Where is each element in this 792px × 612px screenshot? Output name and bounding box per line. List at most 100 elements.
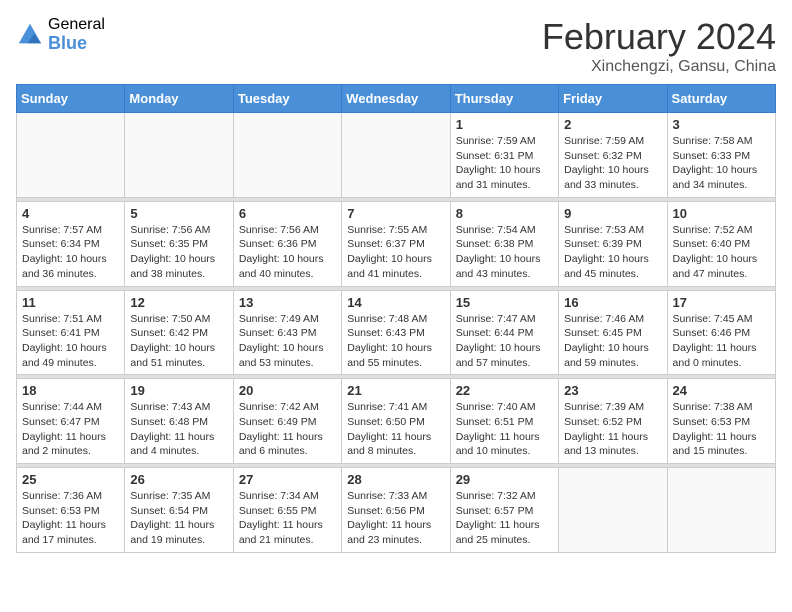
day-info: Sunrise: 7:57 AM Sunset: 6:34 PM Dayligh…	[22, 223, 119, 282]
day-number: 19	[130, 383, 227, 398]
logo: General Blue	[16, 16, 105, 53]
day-info: Sunrise: 7:41 AM Sunset: 6:50 PM Dayligh…	[347, 400, 444, 459]
logo-icon	[16, 21, 44, 49]
calendar-cell: 23 Sunrise: 7:39 AM Sunset: 6:52 PM Dayli…	[559, 379, 667, 464]
calendar-cell: 12Sunrise: 7:50 AM Sunset: 6:42 PM Dayli…	[125, 290, 233, 375]
calendar-cell: 29 Sunrise: 7:32 AM Sunset: 6:57 PM Dayli…	[450, 468, 558, 553]
calendar-cell	[667, 468, 775, 553]
weekday-header-thursday: Thursday	[450, 85, 558, 113]
calendar-cell: 11 Sunrise: 7:51 AM Sunset: 6:41 PM Dayli…	[17, 290, 125, 375]
day-info: Sunrise: 7:54 AM Sunset: 6:38 PM Dayligh…	[456, 223, 553, 282]
day-number: 17	[673, 295, 770, 310]
day-number: 8	[456, 206, 553, 221]
day-info: Sunrise: 7:47 AM Sunset: 6:44 PM Dayligh…	[456, 312, 553, 371]
day-number: 5	[130, 206, 227, 221]
day-number: 16	[564, 295, 661, 310]
day-number: 29	[456, 472, 553, 487]
day-info: Sunrise: 7:39 AM Sunset: 6:52 PM Dayligh…	[564, 400, 661, 459]
day-info: Sunrise: 7:53 AM Sunset: 6:39 PM Dayligh…	[564, 223, 661, 282]
day-number: 15	[456, 295, 553, 310]
calendar-cell: 4 Sunrise: 7:57 AM Sunset: 6:34 PM Daylig…	[17, 201, 125, 286]
calendar-cell: 22 Sunrise: 7:40 AM Sunset: 6:51 PM Dayli…	[450, 379, 558, 464]
day-number: 28	[347, 472, 444, 487]
month-year-title: February 2024	[542, 16, 776, 58]
calendar-week-row: 1 Sunrise: 7:59 AM Sunset: 6:31 PM Daylig…	[17, 113, 776, 198]
calendar-cell: 8 Sunrise: 7:54 AM Sunset: 6:38 PM Daylig…	[450, 201, 558, 286]
weekday-header-sunday: Sunday	[17, 85, 125, 113]
day-info: Sunrise: 7:51 AM Sunset: 6:41 PM Dayligh…	[22, 312, 119, 371]
day-info: Sunrise: 7:55 AM Sunset: 6:37 PM Dayligh…	[347, 223, 444, 282]
calendar-cell: 15 Sunrise: 7:47 AM Sunset: 6:44 PM Dayli…	[450, 290, 558, 375]
day-info: Sunrise: 7:58 AM Sunset: 6:33 PM Dayligh…	[673, 134, 770, 193]
calendar-cell	[559, 468, 667, 553]
day-info: Sunrise: 7:32 AM Sunset: 6:57 PM Dayligh…	[456, 489, 553, 548]
day-number: 11	[22, 295, 119, 310]
logo-general: General	[48, 16, 105, 34]
day-number: 27	[239, 472, 336, 487]
calendar-cell: 26Sunrise: 7:35 AM Sunset: 6:54 PM Dayli…	[125, 468, 233, 553]
day-number: 10	[673, 206, 770, 221]
day-number: 18	[22, 383, 119, 398]
day-info: Sunrise: 7:48 AM Sunset: 6:43 PM Dayligh…	[347, 312, 444, 371]
day-info: Sunrise: 7:59 AM Sunset: 6:31 PM Dayligh…	[456, 134, 553, 193]
day-number: 4	[22, 206, 119, 221]
day-info: Sunrise: 7:56 AM Sunset: 6:36 PM Dayligh…	[239, 223, 336, 282]
title-area: February 2024 Xinchengzi, Gansu, China	[542, 16, 776, 76]
day-number: 14	[347, 295, 444, 310]
calendar-week-row: 4 Sunrise: 7:57 AM Sunset: 6:34 PM Daylig…	[17, 201, 776, 286]
calendar-week-row: 25Sunrise: 7:36 AM Sunset: 6:53 PM Dayli…	[17, 468, 776, 553]
day-number: 7	[347, 206, 444, 221]
weekday-header-friday: Friday	[559, 85, 667, 113]
weekday-header-row: SundayMondayTuesdayWednesdayThursdayFrid…	[17, 85, 776, 113]
day-number: 24	[673, 383, 770, 398]
calendar-cell	[125, 113, 233, 198]
day-info: Sunrise: 7:33 AM Sunset: 6:56 PM Dayligh…	[347, 489, 444, 548]
location-subtitle: Xinchengzi, Gansu, China	[542, 58, 776, 76]
logo-text: General Blue	[48, 16, 105, 53]
weekday-header-wednesday: Wednesday	[342, 85, 450, 113]
day-number: 9	[564, 206, 661, 221]
calendar-cell: 2 Sunrise: 7:59 AM Sunset: 6:32 PM Daylig…	[559, 113, 667, 198]
day-number: 12	[130, 295, 227, 310]
day-number: 21	[347, 383, 444, 398]
logo-blue: Blue	[48, 34, 105, 54]
calendar-cell: 19 Sunrise: 7:43 AM Sunset: 6:48 PM Dayli…	[125, 379, 233, 464]
calendar-cell: 7 Sunrise: 7:55 AM Sunset: 6:37 PM Daylig…	[342, 201, 450, 286]
calendar-cell: 17 Sunrise: 7:45 AM Sunset: 6:46 PM Dayli…	[667, 290, 775, 375]
page-header: General Blue February 2024 Xinchengzi, G…	[16, 16, 776, 76]
calendar-table: SundayMondayTuesdayWednesdayThursdayFrid…	[16, 84, 776, 553]
day-info: Sunrise: 7:36 AM Sunset: 6:53 PM Dayligh…	[22, 489, 119, 548]
day-number: 1	[456, 117, 553, 132]
weekday-header-monday: Monday	[125, 85, 233, 113]
weekday-header-tuesday: Tuesday	[233, 85, 341, 113]
day-info: Sunrise: 7:40 AM Sunset: 6:51 PM Dayligh…	[456, 400, 553, 459]
day-number: 2	[564, 117, 661, 132]
day-info: Sunrise: 7:56 AM Sunset: 6:35 PM Dayligh…	[130, 223, 227, 282]
day-number: 23	[564, 383, 661, 398]
calendar-week-row: 11 Sunrise: 7:51 AM Sunset: 6:41 PM Dayli…	[17, 290, 776, 375]
calendar-cell	[342, 113, 450, 198]
day-number: 13	[239, 295, 336, 310]
day-number: 22	[456, 383, 553, 398]
day-info: Sunrise: 7:59 AM Sunset: 6:32 PM Dayligh…	[564, 134, 661, 193]
calendar-cell: 28 Sunrise: 7:33 AM Sunset: 6:56 PM Dayli…	[342, 468, 450, 553]
calendar-cell: 6 Sunrise: 7:56 AM Sunset: 6:36 PM Daylig…	[233, 201, 341, 286]
calendar-cell: 5 Sunrise: 7:56 AM Sunset: 6:35 PM Daylig…	[125, 201, 233, 286]
day-info: Sunrise: 7:42 AM Sunset: 6:49 PM Dayligh…	[239, 400, 336, 459]
calendar-cell: 3Sunrise: 7:58 AM Sunset: 6:33 PM Daylig…	[667, 113, 775, 198]
day-info: Sunrise: 7:49 AM Sunset: 6:43 PM Dayligh…	[239, 312, 336, 371]
day-info: Sunrise: 7:34 AM Sunset: 6:55 PM Dayligh…	[239, 489, 336, 548]
calendar-cell: 21 Sunrise: 7:41 AM Sunset: 6:50 PM Dayli…	[342, 379, 450, 464]
calendar-cell: 24 Sunrise: 7:38 AM Sunset: 6:53 PM Dayli…	[667, 379, 775, 464]
day-number: 6	[239, 206, 336, 221]
day-info: Sunrise: 7:46 AM Sunset: 6:45 PM Dayligh…	[564, 312, 661, 371]
day-info: Sunrise: 7:43 AM Sunset: 6:48 PM Dayligh…	[130, 400, 227, 459]
calendar-cell: 9 Sunrise: 7:53 AM Sunset: 6:39 PM Daylig…	[559, 201, 667, 286]
day-info: Sunrise: 7:38 AM Sunset: 6:53 PM Dayligh…	[673, 400, 770, 459]
day-info: Sunrise: 7:45 AM Sunset: 6:46 PM Dayligh…	[673, 312, 770, 371]
calendar-cell	[17, 113, 125, 198]
calendar-cell: 25Sunrise: 7:36 AM Sunset: 6:53 PM Dayli…	[17, 468, 125, 553]
calendar-cell: 16 Sunrise: 7:46 AM Sunset: 6:45 PM Dayli…	[559, 290, 667, 375]
day-info: Sunrise: 7:52 AM Sunset: 6:40 PM Dayligh…	[673, 223, 770, 282]
calendar-week-row: 18Sunrise: 7:44 AM Sunset: 6:47 PM Dayli…	[17, 379, 776, 464]
